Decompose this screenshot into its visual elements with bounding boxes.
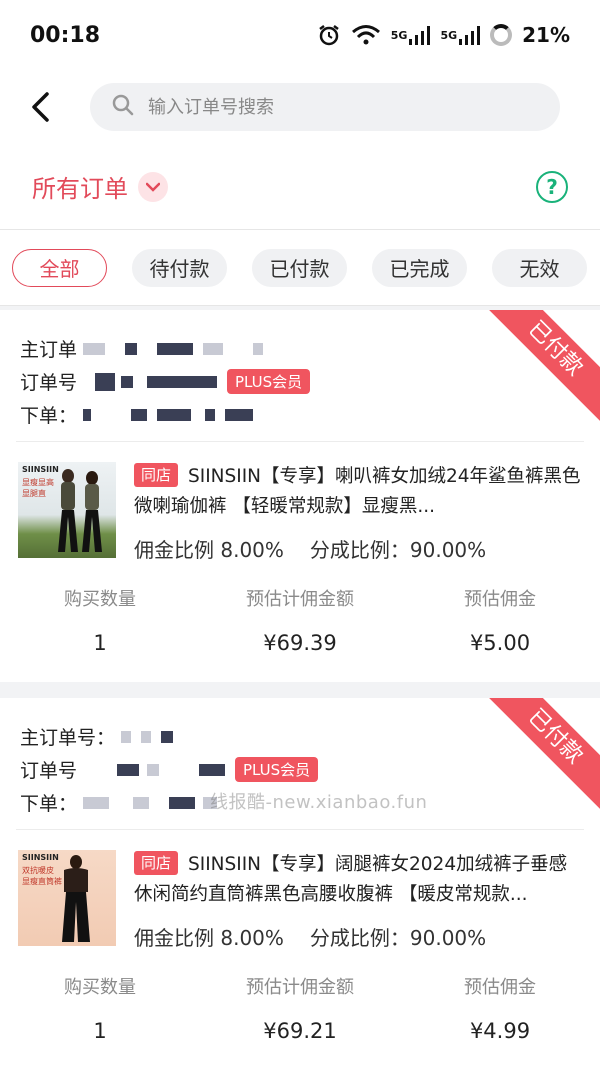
order-list-page: 00:18 5G 5G 21% 输入订单号搜索 所有订单 ? 全部 待付款 已付… — [0, 0, 600, 1082]
redaction — [147, 375, 218, 388]
redaction — [121, 375, 134, 388]
product-title[interactable]: 同店 SIINSIIN【专享】喇叭裤女加绒24年鲨鱼裤黑色微喇瑜伽裤 【轻暖常规款… — [134, 462, 582, 522]
stat-quantity: 购买数量 1 — [64, 589, 136, 655]
product-row[interactable]: SIINSIIN 显瘦显高 显腿直 同店 SIINSIIN【专享】喇叭裤女加绒24… — [0, 442, 600, 563]
same-store-tag: 同店 — [134, 463, 179, 487]
redaction — [147, 763, 160, 776]
main-order-label: 主订单 — [20, 339, 78, 361]
redaction — [253, 342, 264, 355]
search-input[interactable] — [148, 96, 538, 118]
same-store-tag: 同店 — [134, 851, 179, 875]
header — [0, 70, 600, 144]
product-info: 同店 SIINSIIN【专享】喇叭裤女加绒24年鲨鱼裤黑色微喇瑜伽裤 【轻暖常规款… — [134, 462, 582, 563]
redaction — [121, 730, 132, 743]
product-thumbnail[interactable]: SIINSIIN 双抗暖皮 显瘦直筒裤 — [18, 850, 116, 946]
stat-estimated-commission: 预估佣金 ¥4.99 — [464, 977, 536, 1043]
order-filter-dropdown[interactable]: 所有订单 — [32, 169, 168, 204]
commission-rate: 佣金比例 8.00% — [134, 538, 284, 562]
order-time-label: 下单： — [20, 405, 78, 427]
redaction — [205, 408, 216, 421]
order-card[interactable]: 已付款 主订单号： 订单号 PLUS会员 下单： SIINSIIN 双抗暖皮 显… — [0, 698, 600, 1082]
redaction — [83, 408, 92, 421]
commission-rate: 佣金比例 8.00% — [134, 926, 284, 950]
status-bar: 00:18 5G 5G 21% — [0, 0, 600, 70]
battery-icon — [490, 24, 513, 46]
ratio-row: 佣金比例 8.00% 分成比例：90.00% — [134, 534, 582, 563]
status-tabs: 全部 待付款 已付款 已完成 无效 — [0, 230, 600, 306]
redaction — [133, 796, 150, 809]
stat-estimated-commission: 预估佣金 ¥5.00 — [464, 589, 536, 655]
page-title: 所有订单 — [32, 175, 128, 203]
ratio-row: 佣金比例 8.00% 分成比例：90.00% — [134, 922, 582, 951]
filter-row: 所有订单 ? — [0, 144, 600, 230]
stat-quantity: 购买数量 1 — [64, 977, 136, 1043]
battery-level: 21% — [522, 23, 570, 47]
redaction — [169, 796, 196, 809]
redaction — [157, 408, 192, 421]
wifi-icon — [351, 24, 381, 46]
redaction — [161, 730, 174, 743]
redaction — [203, 342, 224, 355]
stat-commission-base: 预估计佣金额 ¥69.39 — [246, 589, 354, 655]
product-thumbnail[interactable]: SIINSIIN 显瘦显高 显腿直 — [18, 462, 116, 558]
share-rate: 分成比例：90.00% — [309, 538, 487, 562]
product-info: 同店 SIINSIIN【专享】阔腿裤女2024加绒裤子垂感休闲简约直筒裤黑色高腰收… — [134, 850, 582, 951]
signal-icon-2: 5G — [440, 24, 481, 46]
search-icon — [112, 94, 134, 120]
search-box[interactable] — [90, 83, 560, 131]
order-number-line: 订单号 PLUS会员 — [20, 365, 580, 398]
back-button[interactable] — [20, 87, 60, 127]
redaction — [131, 408, 148, 421]
order-time-line: 下单： — [20, 398, 580, 431]
order-number-label: 订单号 — [20, 372, 78, 394]
tab-completed[interactable]: 已完成 — [372, 248, 467, 287]
redaction — [157, 342, 194, 355]
order-number-label: 订单号 — [20, 760, 78, 782]
redaction — [83, 342, 106, 355]
watermark: 线报酷-new.xianbao.fun — [210, 792, 428, 813]
plus-member-badge: PLUS会员 — [227, 369, 311, 394]
product-row[interactable]: SIINSIIN 双抗暖皮 显瘦直筒裤 同店 SIINSIIN【专享】阔腿裤女20… — [0, 830, 600, 951]
tab-all[interactable]: 全部 — [12, 248, 107, 287]
redaction — [125, 342, 138, 355]
product-title[interactable]: 同店 SIINSIIN【专享】阔腿裤女2024加绒裤子垂感休闲简约直筒裤黑色高腰收… — [134, 850, 582, 910]
model-figures-icon — [58, 469, 102, 552]
status-time: 00:18 — [30, 22, 101, 48]
status-icons: 5G 5G 21% — [317, 23, 570, 47]
help-icon: ? — [546, 174, 558, 199]
redaction — [83, 796, 110, 809]
order-number-line: 订单号 PLUS会员 — [20, 753, 580, 786]
order-time-label: 下单： — [20, 793, 78, 815]
redaction — [141, 730, 152, 743]
main-order-label: 主订单号： — [20, 727, 116, 749]
model-figure-icon — [62, 855, 90, 942]
order-stats: 购买数量 1 预估计佣金额 ¥69.21 预估佣金 ¥4.99 — [0, 951, 600, 1043]
order-card[interactable]: 已付款 主订单 订单号 PLUS会员 下单： SIINSIIN 显瘦显高 显腿直… — [0, 310, 600, 682]
tab-paid[interactable]: 已付款 — [252, 248, 347, 287]
chevron-down-icon — [138, 171, 168, 202]
alarm-icon — [317, 23, 341, 47]
signal-icon: 5G — [391, 24, 431, 46]
redaction — [117, 763, 140, 776]
plus-member-badge: PLUS会员 — [235, 757, 319, 782]
redaction — [225, 408, 254, 421]
order-stats: 购买数量 1 预估计佣金额 ¥69.39 预估佣金 ¥5.00 — [0, 563, 600, 655]
tab-invalid[interactable]: 无效 — [492, 248, 587, 287]
share-rate: 分成比例：90.00% — [309, 926, 487, 950]
redaction — [95, 372, 116, 391]
main-order-line: 主订单 — [20, 332, 580, 365]
help-button[interactable]: ? — [536, 170, 568, 203]
back-arrow-icon — [32, 92, 49, 122]
stat-commission-base: 预估计佣金额 ¥69.21 — [246, 977, 354, 1043]
main-order-line: 主订单号： — [20, 720, 580, 753]
redaction — [199, 763, 226, 776]
tab-pending-payment[interactable]: 待付款 — [132, 248, 227, 287]
